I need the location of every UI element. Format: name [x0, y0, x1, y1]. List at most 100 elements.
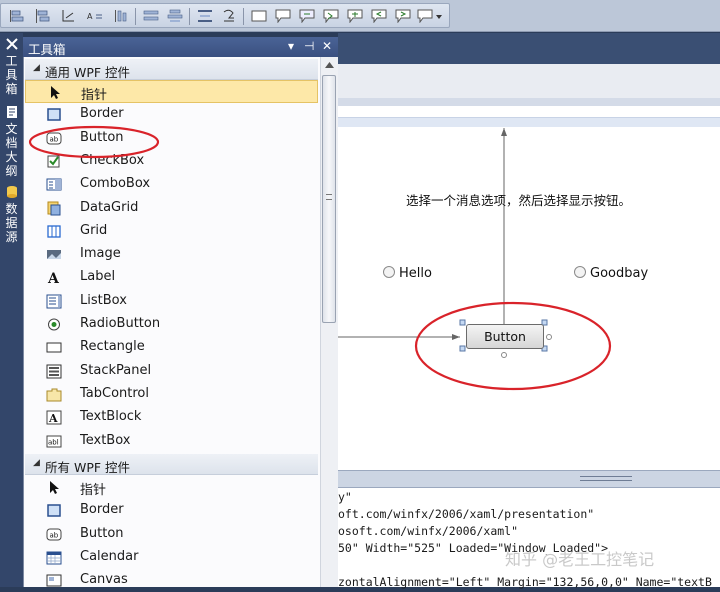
xaml-line: oft.com/winfx/2006/xaml/presentation": [338, 507, 595, 521]
comment-arrow-icon[interactable]: [299, 9, 315, 23]
data-sources-icon: [6, 186, 17, 198]
anchor-handle[interactable]: [501, 352, 507, 358]
grid-icon: [47, 225, 61, 238]
resize-handle[interactable]: [459, 319, 466, 326]
pointer-icon: [50, 481, 59, 494]
group-box-icon[interactable]: [251, 9, 267, 23]
align-centers-icon[interactable]: [35, 9, 51, 23]
toolbox-item-stackpanel[interactable]: StackPanel: [25, 360, 318, 383]
toolbox-item-label: 指针: [80, 483, 107, 498]
radio-hello-label: Hello: [399, 266, 432, 281]
toolbox-item-label: Canvas: [80, 572, 128, 588]
thumb-grip: [326, 194, 332, 200]
calendar-icon: [46, 551, 62, 565]
document-header-strip: [338, 98, 720, 106]
side-tab-toolbox[interactable]: 工具箱: [2, 37, 21, 96]
bring-forward-icon[interactable]: [347, 9, 363, 23]
send-backward-icon[interactable]: [323, 9, 339, 23]
align-tops-icon[interactable]: A: [87, 9, 103, 23]
collapse-triangle-icon[interactable]: ◢: [33, 458, 40, 468]
align-middles-icon[interactable]: [113, 9, 129, 23]
toolbox-item-calendar[interactable]: Calendar: [25, 546, 318, 569]
toolbox-item-label: Rectangle: [80, 339, 145, 355]
toolbox-item-button[interactable]: ab Button: [25, 523, 318, 546]
toolbar-separator: [135, 8, 136, 25]
delete-comment-icon[interactable]: [417, 9, 433, 23]
designer-adorners: [338, 128, 612, 391]
toolbox-item-label: ComboBox: [80, 176, 151, 192]
rectangle-icon: [46, 342, 62, 353]
toolbar-separator: [189, 8, 190, 25]
designer-button[interactable]: Button: [466, 324, 544, 349]
red-highlight-ellipse-toolbox: [28, 125, 160, 159]
pointer-icon: [51, 86, 60, 99]
margin-arrow-top: [501, 128, 507, 136]
toolbox-title-bar[interactable]: 工具箱 ▾ ⊣ ✕: [23, 37, 338, 57]
window-position-dropdown-icon[interactable]: ▾: [288, 39, 294, 53]
radio-circle-icon: [574, 266, 586, 278]
close-icon[interactable]: ✕: [322, 39, 332, 53]
comment-icon[interactable]: [275, 9, 291, 23]
toolbox-item-combobox[interactable]: ComboBox: [25, 173, 318, 196]
toolbox-item-border[interactable]: Border: [25, 103, 318, 126]
category-all-label: 所有 WPF 控件: [45, 460, 131, 475]
anchor-handle[interactable]: [546, 334, 552, 340]
splitter-grip[interactable]: [580, 476, 632, 481]
next-comment-icon[interactable]: [395, 9, 411, 23]
toolbox-item-tabcontrol[interactable]: TabControl: [25, 383, 318, 406]
toolbox-item-pointer[interactable]: 指针: [25, 476, 318, 499]
xaml-editor[interactable]: y" oft.com/winfx/2006/xaml/presentation"…: [338, 488, 720, 589]
toolbox-item-listbox[interactable]: ListBox: [25, 290, 318, 313]
pane-splitter[interactable]: [338, 470, 720, 488]
side-tab-data-sources[interactable]: 数据源: [2, 185, 21, 244]
toolbox-item-label: TextBlock: [80, 409, 142, 425]
side-tab-strip: 工具箱 文档大纲 数据源: [0, 33, 23, 587]
toolbox-item-radiobutton[interactable]: RadioButton: [25, 313, 318, 336]
svg-text:A: A: [47, 271, 60, 285]
toolbox-item-canvas[interactable]: Canvas: [25, 569, 318, 592]
toolbox-item-label: Label: [80, 269, 116, 285]
toolbox-item-textblock[interactable]: A TextBlock: [25, 406, 318, 429]
horizontal-spacing-icon[interactable]: [197, 9, 213, 23]
dropdown-arrow-icon[interactable]: [434, 9, 444, 23]
svg-text:A: A: [87, 12, 93, 21]
previous-comment-icon[interactable]: [371, 9, 387, 23]
toolbox-item-label[interactable]: A Label: [25, 266, 318, 289]
toolbox-item-pointer[interactable]: 指针: [25, 80, 318, 103]
toolbox-item-textbox[interactable]: abl TextBox: [25, 430, 318, 453]
align-lefts-icon[interactable]: [9, 9, 25, 23]
category-common-wpf-controls[interactable]: ◢ 通用 WPF 控件: [25, 59, 318, 80]
border-icon: [47, 504, 61, 518]
tabcontrol-icon: [46, 388, 62, 402]
toolbar-separator: [243, 8, 244, 25]
toolbox-item-label: Image: [80, 246, 121, 262]
category-all-wpf-controls[interactable]: ◢ 所有 WPF 控件: [25, 454, 318, 475]
side-tab-data-sources-label: 数据源: [5, 202, 18, 244]
collapse-triangle-icon[interactable]: ◢: [33, 63, 40, 73]
textbox-icon: abl: [46, 435, 62, 447]
toolbox-item-grid[interactable]: Grid: [25, 220, 318, 243]
watermark: 知乎 @老王工控笔记: [505, 550, 655, 569]
radio-goodbye[interactable]: Goodbay: [574, 266, 648, 281]
auto-hide-pin-icon[interactable]: ⊣: [304, 39, 314, 53]
toolbox-item-label: 指针: [81, 88, 108, 103]
vertical-spacing-icon[interactable]: [221, 9, 237, 23]
label-icon: A: [47, 271, 60, 285]
side-tab-document-outline[interactable]: 文档大纲: [2, 105, 21, 178]
toolbox-item-border[interactable]: Border: [25, 499, 318, 522]
scroll-up-arrow-icon[interactable]: [325, 62, 334, 68]
layout-toolbar: A: [0, 3, 450, 28]
toolbox-item-label: TabControl: [80, 385, 149, 401]
resize-handle[interactable]: [459, 345, 466, 352]
make-same-height-icon[interactable]: [167, 9, 183, 23]
scrollbar-thumb[interactable]: [322, 75, 336, 323]
align-rights-icon[interactable]: [61, 9, 77, 23]
designer-toolbar: A: [0, 0, 720, 32]
toolbox-item-datagrid[interactable]: DataGrid: [25, 197, 318, 220]
toolbox-item-image[interactable]: Image: [25, 243, 318, 266]
radio-hello[interactable]: Hello: [383, 266, 432, 281]
toolbox-item-label: RadioButton: [80, 316, 161, 331]
make-same-width-icon[interactable]: [143, 9, 159, 23]
toolbox-item-label: Calendar: [80, 548, 139, 564]
toolbox-item-rectangle[interactable]: Rectangle: [25, 336, 318, 359]
